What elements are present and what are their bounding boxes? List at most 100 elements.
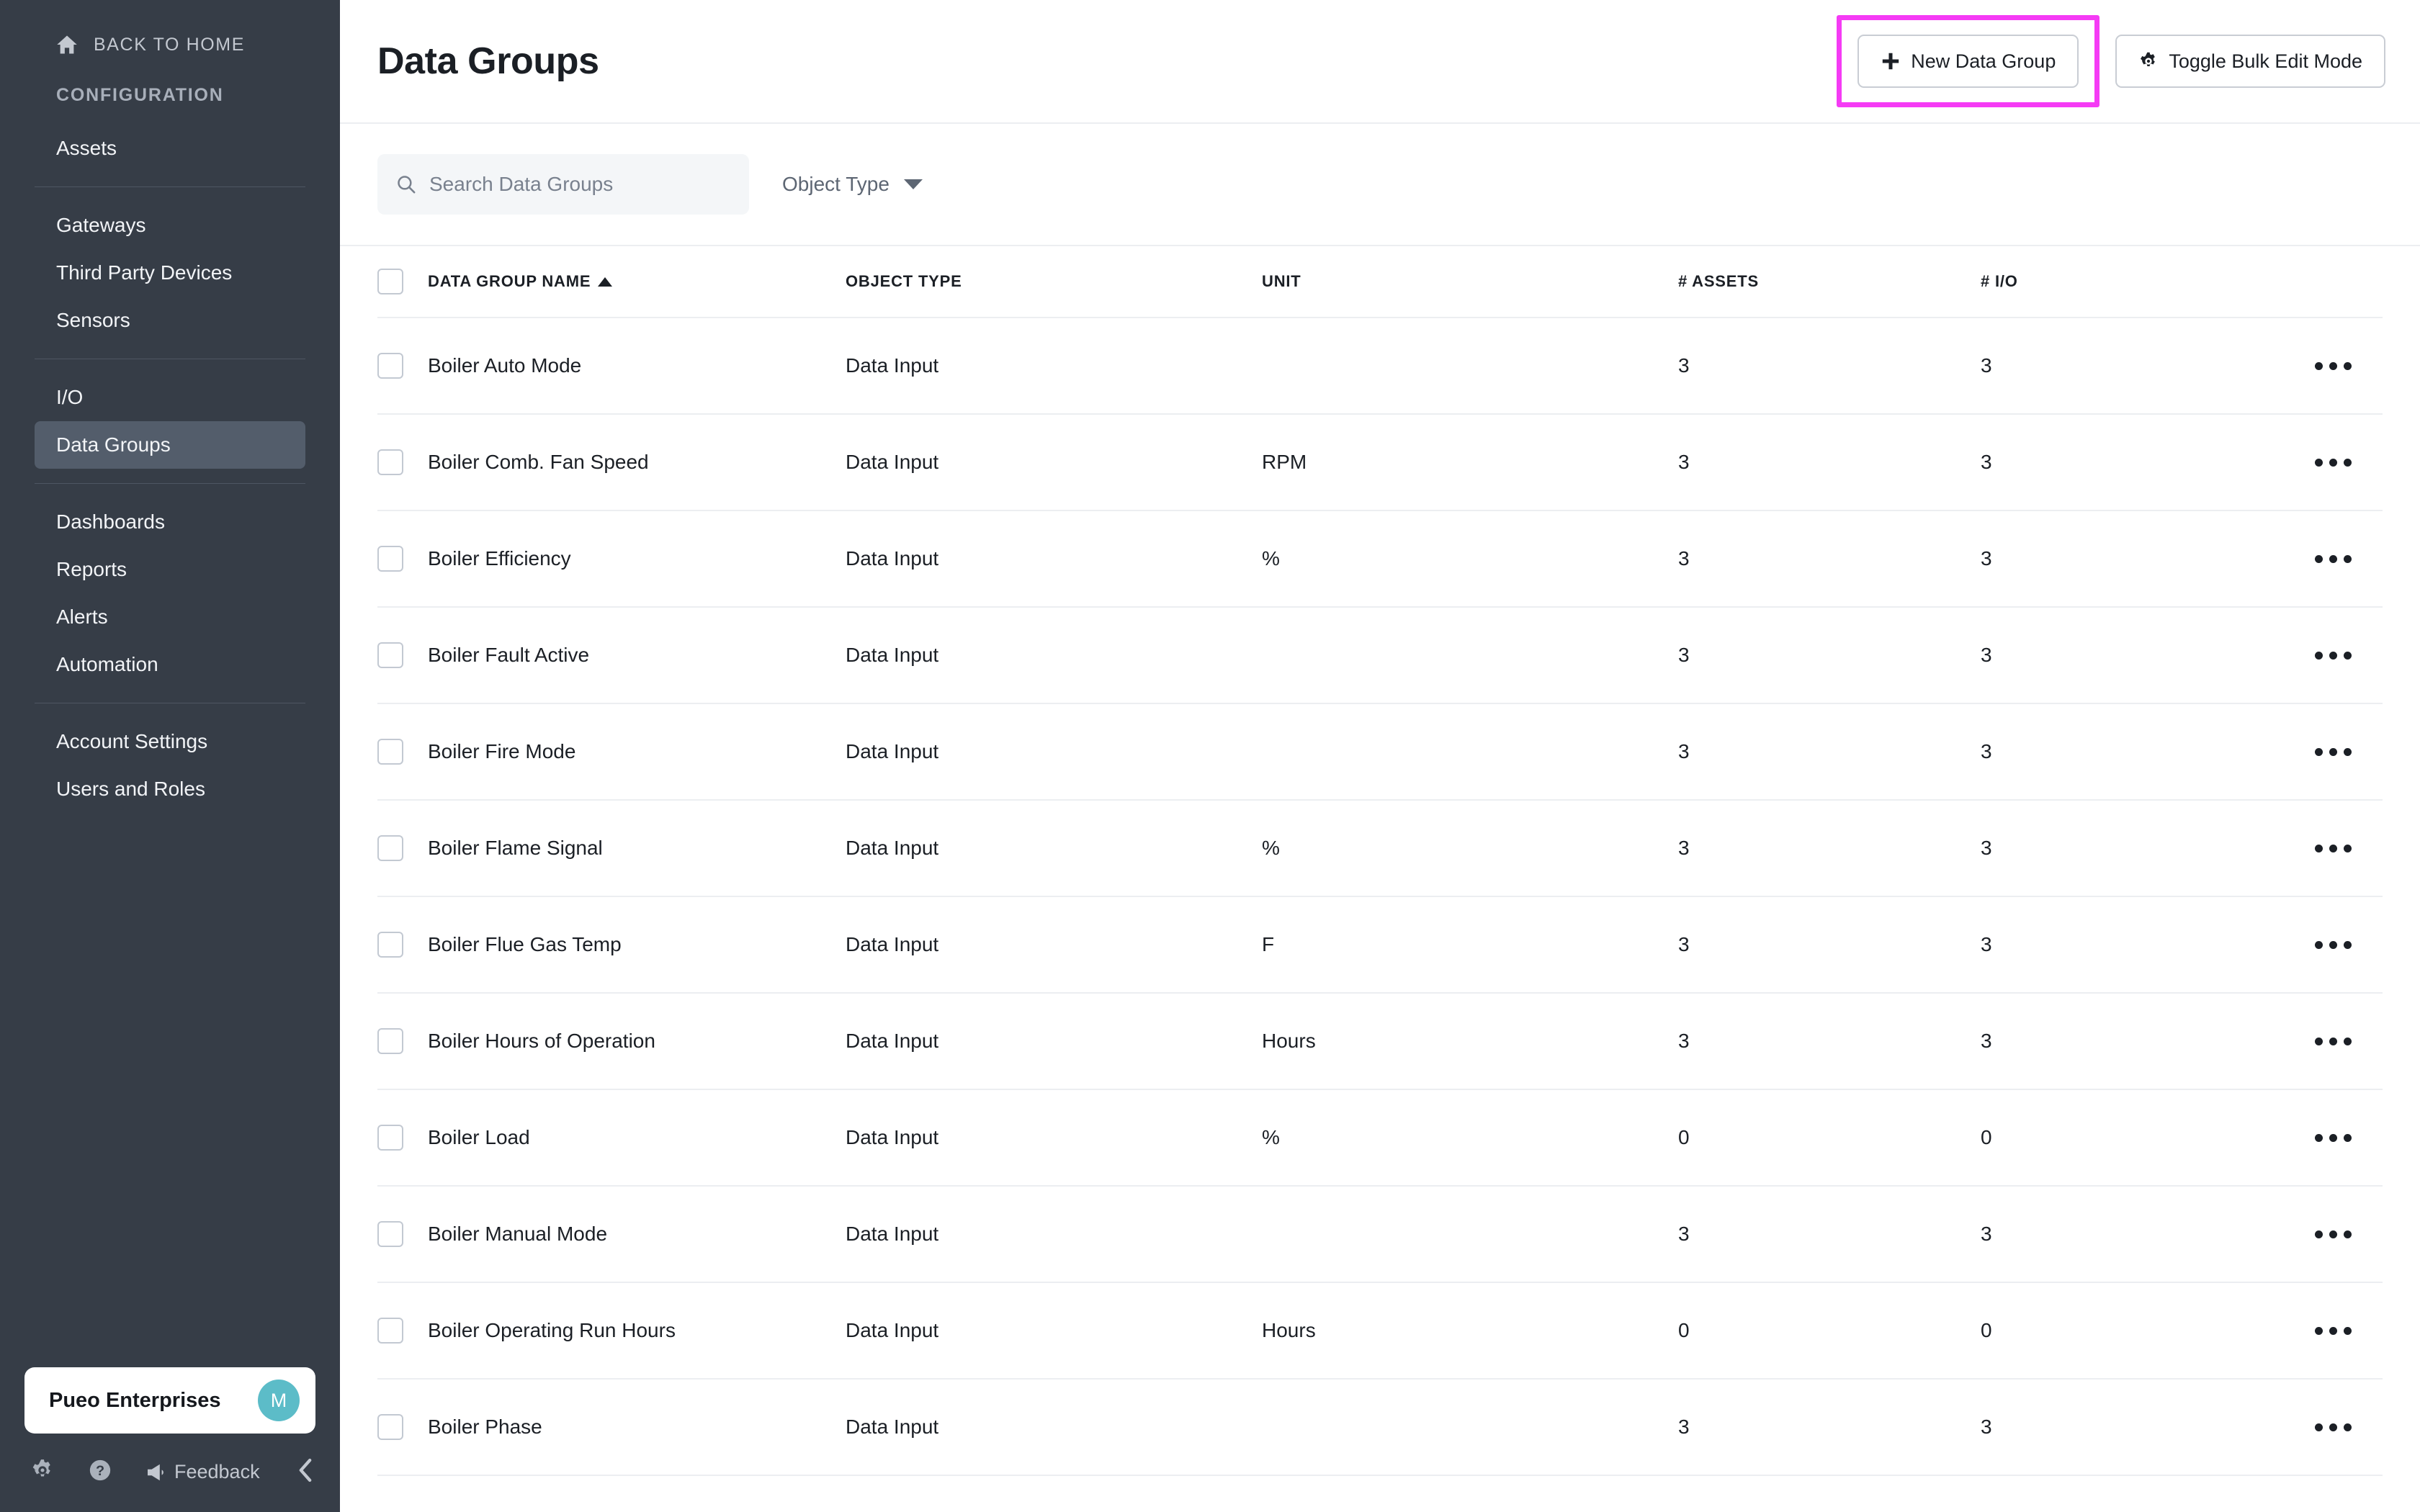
cell-data-group-name: Boiler Auto Mode: [428, 354, 582, 377]
cell-assets-count: 3: [1678, 1030, 1690, 1052]
column-header-name[interactable]: DATA GROUP NAME: [428, 272, 846, 291]
search-input[interactable]: Search Data Groups: [377, 154, 749, 215]
ellipsis-icon[interactable]: [2314, 651, 2352, 660]
column-header-assets[interactable]: # ASSETS: [1678, 272, 1981, 291]
page-header: Data Groups New Data Group Toggle Bulk E…: [340, 0, 2420, 124]
sidebar-item-sensors[interactable]: Sensors: [35, 297, 305, 344]
ellipsis-icon[interactable]: [2314, 1037, 2352, 1045]
org-switcher[interactable]: Pueo Enterprises M: [24, 1367, 315, 1434]
table-row[interactable]: Boiler Hours of Operation Data Input Hours…: [377, 994, 2383, 1090]
row-checkbox[interactable]: [377, 642, 403, 668]
sidebar-item-third-party-devices[interactable]: Third Party Devices: [35, 249, 305, 297]
row-checkbox[interactable]: [377, 546, 403, 572]
ellipsis-icon[interactable]: [2314, 458, 2352, 467]
row-select-cell: [377, 642, 428, 668]
table-row[interactable]: Boiler Operating Run Hours Data Input Hour…: [377, 1283, 2383, 1380]
table-row[interactable]: Boiler Efficiency Data Input% 3 3: [377, 511, 2383, 608]
cell-assets-count: 3: [1678, 837, 1690, 859]
table-row[interactable]: Boiler Fault Active Data Input 3 3: [377, 608, 2383, 704]
avatar[interactable]: M: [258, 1380, 300, 1421]
sidebar-item-account-settings[interactable]: Account Settings: [35, 718, 305, 765]
column-header-unit[interactable]: UNIT: [1262, 272, 1678, 291]
row-checkbox[interactable]: [377, 739, 403, 765]
cell-io-count: 0: [1981, 1319, 1992, 1341]
ellipsis-icon[interactable]: [2314, 1230, 2352, 1238]
chevron-down-icon: [903, 179, 923, 189]
object-type-filter[interactable]: Object Type: [782, 173, 923, 196]
row-actions-cell: [2283, 1230, 2383, 1238]
row-actions-cell: [2283, 651, 2383, 660]
sidebar-item-users-and-roles[interactable]: Users and Roles: [35, 765, 305, 813]
cell-io-count: 3: [1981, 354, 1992, 377]
row-actions-cell: [2283, 1326, 2383, 1335]
cell-assets-count: 3: [1678, 547, 1690, 570]
table-row[interactable]: Boiler Phase Data Input 3 3: [377, 1380, 2383, 1476]
cell-assets-count: 0: [1678, 1319, 1690, 1341]
table-row[interactable]: Boiler Comb. Fan Speed Data Input RPM 3 3: [377, 415, 2383, 511]
row-checkbox[interactable]: [377, 1414, 403, 1440]
sidebar-item-alerts[interactable]: Alerts: [35, 593, 305, 641]
cell-data-group-name: Boiler Manual Mode: [428, 1223, 608, 1245]
row-checkbox[interactable]: [377, 1125, 403, 1151]
back-to-home-link[interactable]: BACK TO HOME: [0, 0, 340, 55]
sidebar-item-i-o[interactable]: I/O: [35, 374, 305, 421]
sidebar-item-automation[interactable]: Automation: [35, 641, 305, 688]
question-circle-icon[interactable]: ?: [88, 1458, 112, 1486]
table-row[interactable]: Boiler Flame Signal Data Input% 3 3: [377, 801, 2383, 897]
app-root: BACK TO HOME CONFIGURATION Assets Gateway…: [0, 0, 2420, 1512]
cell-object-type: Data Input: [846, 1030, 939, 1052]
svg-text:?: ?: [96, 1463, 104, 1479]
cell-io-count: 0: [1981, 1126, 1992, 1148]
org-name: Pueo Enterprises: [49, 1388, 221, 1412]
cell-object-type: Data Input: [846, 354, 939, 377]
cell-object-type: Data Input: [846, 451, 939, 473]
feedback-button[interactable]: Feedback: [145, 1461, 260, 1483]
row-checkbox[interactable]: [377, 835, 403, 861]
sidebar-item-reports[interactable]: Reports: [35, 546, 305, 593]
ellipsis-icon[interactable]: [2314, 1423, 2352, 1431]
row-checkbox[interactable]: [377, 353, 403, 379]
sidebar-item-label: Assets: [56, 137, 117, 159]
ellipsis-icon[interactable]: [2314, 361, 2352, 370]
cell-unit: %: [1262, 837, 1280, 859]
row-checkbox[interactable]: [377, 1028, 403, 1054]
row-select-cell: [377, 932, 428, 958]
row-checkbox[interactable]: [377, 449, 403, 475]
ellipsis-icon[interactable]: [2314, 1133, 2352, 1142]
chevron-left-icon[interactable]: [295, 1458, 316, 1486]
table-row[interactable]: Boiler Load Data Input% 0 0: [377, 1090, 2383, 1187]
ellipsis-icon[interactable]: [2314, 940, 2352, 949]
new-data-group-button[interactable]: New Data Group: [1857, 35, 2079, 88]
gear-icon[interactable]: [30, 1458, 55, 1486]
sidebar-item-assets[interactable]: Assets: [35, 125, 305, 172]
sidebar-footer: Pueo Enterprises M ? Feedback: [0, 1367, 340, 1512]
ellipsis-icon[interactable]: [2314, 747, 2352, 756]
sidebar-item-data-groups[interactable]: Data Groups: [35, 421, 305, 469]
table-row[interactable]: Boiler Manual Mode Data Input 3 3: [377, 1187, 2383, 1283]
row-select-cell: [377, 1318, 428, 1344]
sidebar-item-label: Dashboards: [56, 510, 165, 533]
table-toolbar: Search Data Groups Object Type: [340, 124, 2420, 246]
row-checkbox[interactable]: [377, 932, 403, 958]
sidebar-item-gateways[interactable]: Gateways: [35, 202, 305, 249]
ellipsis-icon[interactable]: [2314, 554, 2352, 563]
ellipsis-icon[interactable]: [2314, 1326, 2352, 1335]
row-select-cell: [377, 1221, 428, 1247]
column-header-io[interactable]: # I/O: [1981, 272, 2283, 291]
sidebar-divider: [35, 186, 305, 187]
back-to-home-label: BACK TO HOME: [94, 34, 245, 55]
cell-assets-count: 0: [1678, 1126, 1690, 1148]
table-row[interactable]: Boiler Flue Gas Temp Data Input F 3 3: [377, 897, 2383, 994]
table-row[interactable]: Boiler Auto Mode Data Input 3 3: [377, 318, 2383, 415]
row-checkbox[interactable]: [377, 1318, 403, 1344]
cell-data-group-name: Boiler Operating Run Hours: [428, 1319, 676, 1341]
ellipsis-icon[interactable]: [2314, 844, 2352, 852]
row-checkbox[interactable]: [377, 1221, 403, 1247]
column-header-object-type[interactable]: OBJECT TYPE: [846, 272, 1262, 291]
select-all-checkbox[interactable]: [377, 269, 403, 294]
column-header-name-label: DATA GROUP NAME: [428, 272, 591, 290]
sidebar-item-dashboards[interactable]: Dashboards: [35, 498, 305, 546]
cell-object-type: Data Input: [846, 1126, 939, 1148]
table-row[interactable]: Boiler Fire Mode Data Input 3 3: [377, 704, 2383, 801]
toggle-bulk-edit-button[interactable]: Toggle Bulk Edit Mode: [2115, 35, 2385, 88]
